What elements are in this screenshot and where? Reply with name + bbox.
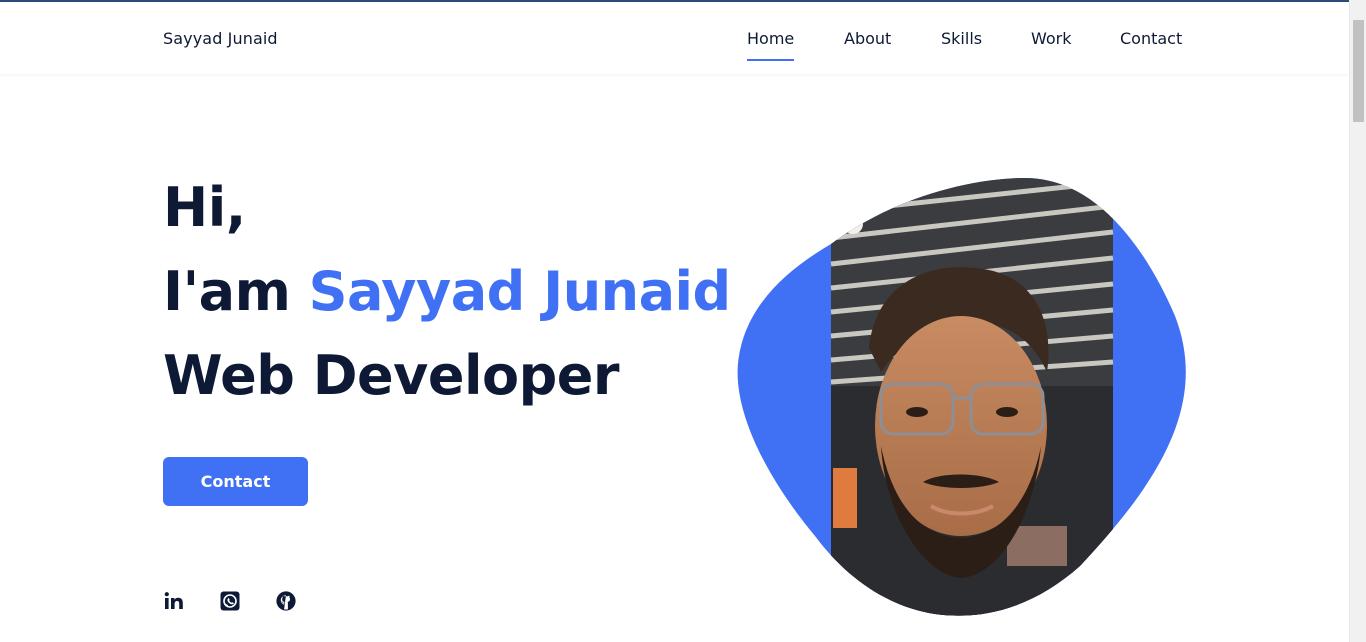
hero-intro-prefix: I'am [163, 260, 309, 323]
github-icon[interactable] [275, 590, 297, 612]
nav-item-skills[interactable]: Skills [941, 29, 982, 48]
scrollbar-thumb[interactable] [1353, 20, 1364, 122]
hero-name: Sayyad Junaid [308, 260, 732, 323]
whatsapp-icon[interactable] [219, 590, 241, 612]
nav-item-home[interactable]: Home [747, 29, 795, 61]
hero-greeting: Hi, [163, 176, 246, 239]
main-nav: Home About Skills Work Contact [0, 29, 1349, 69]
contact-button[interactable]: Contact [163, 457, 308, 506]
photo [830, 178, 1114, 616]
linkedin-icon[interactable] [163, 590, 185, 612]
profile-photo [735, 176, 1189, 618]
page-scrollbar[interactable] [1349, 0, 1366, 642]
hero-intro: I'am Sayyad Junaid [163, 265, 731, 319]
nav-item-contact[interactable]: Contact [1120, 29, 1182, 48]
nav-item-work[interactable]: Work [1031, 29, 1072, 48]
nav-item-about[interactable]: About [844, 29, 891, 48]
hero-role: Web Developer [163, 344, 620, 407]
site-header: Sayyad Junaid Home About Skills Work Con… [0, 2, 1349, 74]
